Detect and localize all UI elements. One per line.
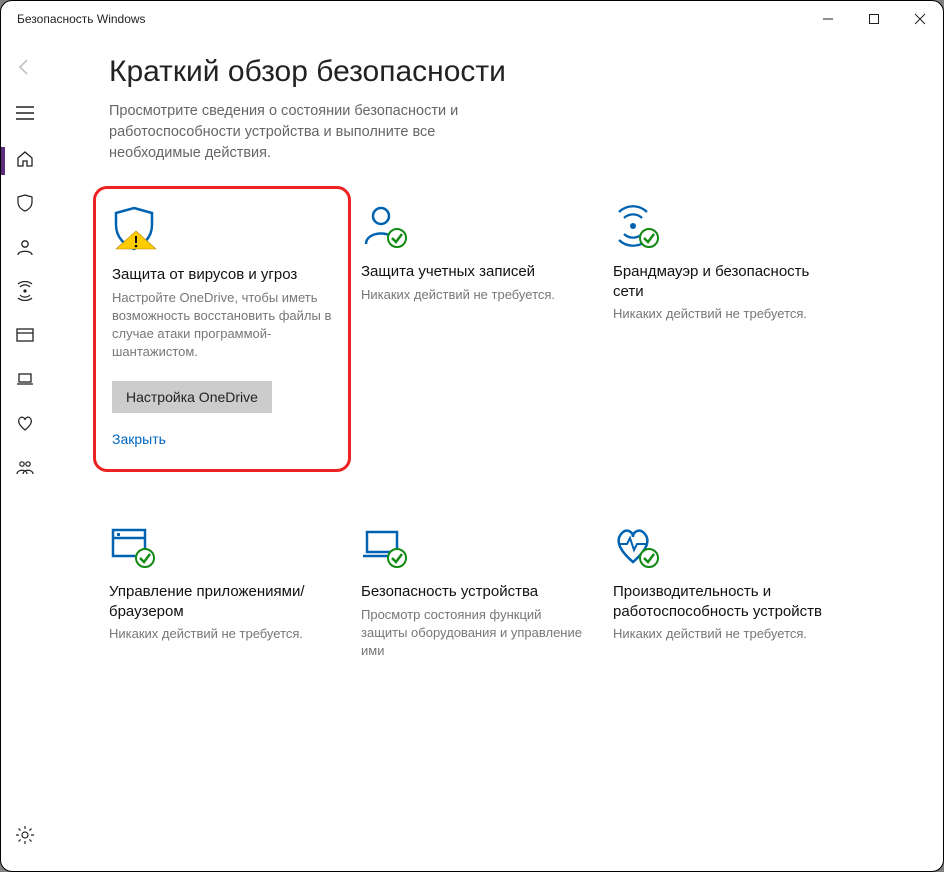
appbrowser-ok-icon (109, 520, 335, 572)
person-icon (15, 237, 35, 262)
family-icon (15, 457, 35, 482)
nav-health[interactable] (1, 403, 49, 447)
window-controls (805, 1, 943, 37)
shield-icon (15, 193, 35, 218)
nav-home[interactable] (1, 139, 49, 183)
gear-icon (15, 825, 35, 850)
firewall-ok-icon (613, 200, 839, 252)
app-window: Безопасность Windows (0, 0, 944, 872)
card-title: Защита от вирусов и угроз (112, 265, 332, 285)
back-button[interactable] (5, 47, 45, 87)
card-desc: Никаких действий не требуется. (361, 286, 587, 304)
nav-firewall[interactable] (1, 271, 49, 315)
card-device-health[interactable]: Производительность и работоспособность у… (613, 520, 839, 660)
card-device-security[interactable]: Безопасность устройства Просмотр состоян… (361, 520, 587, 660)
titlebar: Безопасность Windows (1, 1, 943, 37)
main-content: Краткий обзор безопасности Просмотрите с… (49, 37, 943, 871)
nav-device[interactable] (1, 359, 49, 403)
card-desc: Никаких действий не требуется. (613, 305, 839, 323)
card-title: Управление приложениями/браузером (109, 582, 335, 621)
network-icon (15, 281, 35, 306)
heart-icon (15, 413, 35, 438)
card-virus-threat[interactable]: Защита от вирусов и угроз Настройте OneD… (93, 186, 351, 472)
card-desc: Никаких действий не требуется. (613, 625, 839, 643)
card-title: Производительность и работоспособность у… (613, 582, 839, 621)
window-title: Безопасность Windows (17, 12, 146, 26)
nav-family[interactable] (1, 447, 49, 491)
appbrowser-icon (15, 325, 35, 350)
dismiss-link[interactable]: Закрыть (112, 431, 332, 447)
card-desc: Просмотр состояния функций защиты оборуд… (361, 606, 587, 661)
sidebar (1, 37, 49, 871)
account-ok-icon (361, 200, 587, 252)
onedrive-setup-button[interactable]: Настройка OneDrive (112, 381, 272, 413)
nav-settings[interactable] (1, 815, 49, 859)
minimize-button[interactable] (805, 1, 851, 37)
maximize-button[interactable] (851, 1, 897, 37)
card-desc: Настройте OneDrive, чтобы иметь возможно… (112, 289, 332, 362)
health-ok-icon (613, 520, 839, 572)
card-account-protection[interactable]: Защита учетных записей Никаких действий … (361, 200, 587, 450)
laptop-icon (15, 369, 35, 394)
nav-virus[interactable] (1, 183, 49, 227)
page-title: Краткий обзор безопасности (109, 55, 903, 89)
menu-toggle[interactable] (5, 93, 45, 133)
card-title: Защита учетных записей (361, 262, 587, 282)
card-title: Брандмауэр и безопасность сети (613, 262, 839, 301)
virus-shield-warning-icon (112, 203, 332, 255)
page-subtitle: Просмотрите сведения о состоянии безопас… (109, 101, 529, 164)
home-icon (15, 149, 35, 174)
device-ok-icon (361, 520, 587, 572)
card-desc: Никаких действий не требуется. (109, 625, 335, 643)
cards-grid: Защита от вирусов и угроз Настройте OneD… (109, 200, 869, 660)
card-firewall[interactable]: Брандмауэр и безопасность сети Никаких д… (613, 200, 839, 450)
card-title: Безопасность устройства (361, 582, 587, 602)
nav-appbrowser[interactable] (1, 315, 49, 359)
card-app-browser[interactable]: Управление приложениями/браузером Никаки… (109, 520, 335, 660)
nav-account[interactable] (1, 227, 49, 271)
close-button[interactable] (897, 1, 943, 37)
